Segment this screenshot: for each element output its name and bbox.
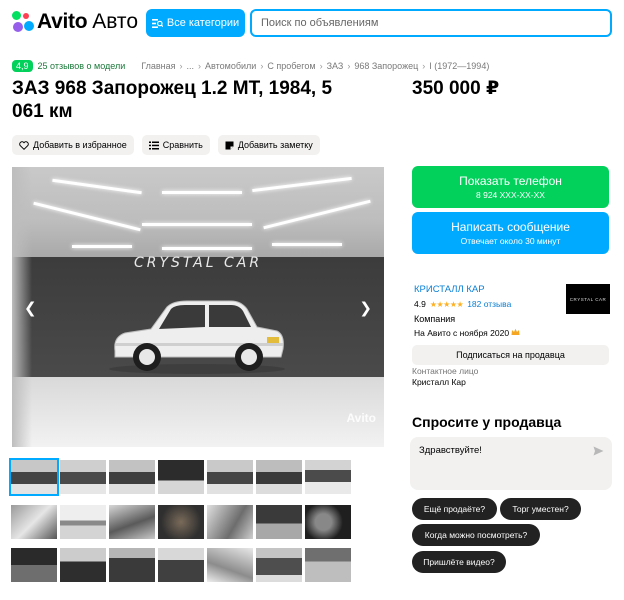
model-reviews-link[interactable]: 25 отзывов о модели (38, 61, 126, 71)
seller-since: На Авито с ноября 2020 (414, 328, 610, 338)
thumbnail-11[interactable] (158, 505, 204, 539)
quick-question-when-view[interactable]: Когда можно посмотреть? (412, 524, 540, 546)
contact-person-label: Контактное лицо (412, 366, 479, 376)
compare-icon (148, 141, 159, 149)
thumbnail-8[interactable] (11, 505, 57, 539)
thumbnail-6[interactable] (256, 460, 302, 494)
all-categories-button[interactable]: Все категории (146, 9, 245, 37)
breadcrumb-item-home[interactable]: Главная (141, 61, 175, 71)
breadcrumb-item-ellipsis[interactable]: ... (187, 61, 195, 71)
thumbnail-19[interactable] (207, 548, 253, 582)
quick-question-label: Ещё продаёте? (423, 504, 486, 514)
crown-icon (511, 328, 520, 335)
seller-logo[interactable]: CRYSTAL CAR (566, 284, 610, 314)
photo-gallery[interactable]: CRYSTAL CAR ❮ ❯ Avito (12, 167, 384, 447)
show-phone-label: Показать телефон (459, 174, 562, 188)
gallery-next-icon[interactable]: ❯ (359, 299, 372, 317)
quick-question-label: Когда можно посмотреть? (424, 530, 528, 540)
thumbnail-20[interactable] (256, 548, 302, 582)
thumbnail-18[interactable] (158, 548, 204, 582)
thumbnail-16[interactable] (60, 548, 106, 582)
quick-question-still-selling[interactable]: Ещё продаёте? (412, 498, 497, 520)
contact-person-name: Кристалл Кар (412, 377, 466, 387)
logo-subtext: Авто (92, 10, 138, 33)
thumbnail-14[interactable] (305, 505, 351, 539)
seller-rating-value: 4.9 (414, 299, 426, 309)
breadcrumb-item-brand[interactable]: ЗАЗ (327, 61, 344, 71)
header: Avito Авто Все категории (0, 0, 624, 50)
add-to-favorites-label: Добавить в избранное (33, 140, 127, 150)
avito-watermark: Avito (346, 411, 376, 425)
compare-button[interactable]: Сравнить (141, 135, 210, 155)
all-categories-label: Все категории (166, 17, 240, 29)
send-icon[interactable] (593, 446, 604, 456)
note-icon (225, 141, 234, 149)
thumbnail-5[interactable] (207, 460, 253, 494)
thumbnail-12[interactable] (207, 505, 253, 539)
seller-logo-text: CRYSTAL CAR (569, 296, 607, 302)
breadcrumb-item-model[interactable]: 968 Запорожец (354, 61, 418, 71)
breadcrumb: 4,9 25 отзывов о модели Главная › ... › … (12, 60, 489, 72)
breadcrumb-item-generation[interactable]: I (1972—1994) (429, 61, 489, 71)
thumbnail-4[interactable] (158, 460, 204, 494)
logo-text: Avito (37, 10, 88, 33)
gallery-prev-icon[interactable]: ❮ (24, 299, 37, 317)
thumbnail-9[interactable] (60, 505, 106, 539)
reply-time: Отвечает около 30 минут (460, 236, 561, 246)
seller-type: Компания (414, 314, 456, 324)
seller-since-text: На Авито с ноября 2020 (414, 328, 510, 338)
message-input[interactable]: Здравствуйте! (419, 445, 482, 456)
thumbnail-10[interactable] (109, 505, 155, 539)
model-rating-badge: 4,9 (12, 60, 33, 72)
thumbnail-2[interactable] (60, 460, 106, 494)
thumbnail-13[interactable] (256, 505, 302, 539)
add-to-favorites-button[interactable]: Добавить в избранное (12, 135, 134, 155)
seller-reviews-link[interactable]: 182 отзыва (467, 299, 511, 309)
thumbnail-17[interactable] (109, 548, 155, 582)
write-message-label: Написать сообщение (451, 220, 570, 234)
breadcrumb-item-cars[interactable]: Автомобили (205, 61, 256, 71)
breadcrumb-item-used[interactable]: С пробегом (267, 61, 315, 71)
ask-seller-heading: Спросите у продавца (412, 414, 562, 430)
logo-dots-icon (12, 11, 34, 33)
quick-question-label: Торг уместен? (512, 504, 569, 514)
avito-logo[interactable]: Avito Авто (12, 10, 138, 34)
categories-icon (151, 18, 163, 28)
thumbnail-15[interactable] (11, 548, 57, 582)
add-note-button[interactable]: Добавить заметку (217, 135, 320, 155)
quick-question-label: Пришлёте видео? (423, 557, 495, 567)
message-box[interactable]: Здравствуйте! (410, 437, 612, 490)
thumbnail-21[interactable] (305, 548, 351, 582)
photo-wall-sign: CRYSTAL CAR (133, 255, 263, 271)
compare-label: Сравнить (162, 140, 203, 150)
listing-price: 350 000 ₽ (412, 78, 500, 99)
heart-icon (19, 140, 29, 150)
star-rating-icon: ★★★★★ (429, 299, 464, 309)
write-message-button[interactable]: Написать сообщение Отвечает около 30 мин… (412, 212, 609, 254)
thumbnail-7[interactable] (305, 460, 351, 494)
listing-title: ЗАЗ 968 Запорожец 1.2 MT, 1984, 5 061 км (12, 78, 333, 122)
subscribe-seller-button[interactable]: Подписаться на продавца (412, 345, 609, 365)
masked-phone: 8 924 XXX-XX-XX (476, 190, 545, 200)
thumbnail-1[interactable] (9, 458, 59, 496)
car-photo (109, 300, 285, 374)
listing-actions: Добавить в избранное Сравнить Добавить з… (12, 135, 320, 155)
quick-question-bargain[interactable]: Торг уместен? (500, 498, 581, 520)
add-note-label: Добавить заметку (237, 140, 313, 150)
search-input[interactable] (250, 9, 612, 37)
quick-question-video[interactable]: Пришлёте видео? (412, 551, 506, 573)
show-phone-button[interactable]: Показать телефон 8 924 XXX-XX-XX (412, 166, 609, 208)
thumbnail-3[interactable] (109, 460, 155, 494)
photo-floor (12, 377, 384, 447)
subscribe-label: Подписаться на продавца (456, 350, 565, 360)
